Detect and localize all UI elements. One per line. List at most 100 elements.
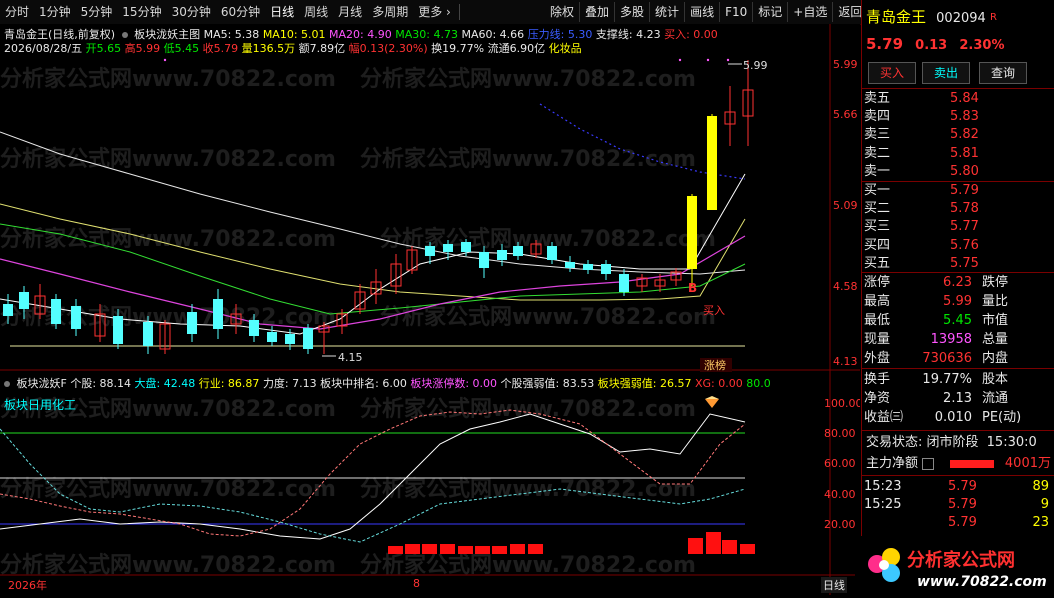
sub-industry-value: 行业: 86.87 bbox=[198, 377, 260, 390]
candle-body bbox=[687, 196, 697, 269]
watermark-text: 分析家公式网www.70822.com bbox=[360, 66, 696, 92]
xg-bar bbox=[740, 544, 755, 554]
period-tab-5[interactable]: 60分钟 bbox=[216, 1, 265, 23]
sub-rank-value: 板块中排名: 6.00 bbox=[320, 377, 407, 390]
axis-month: 8 bbox=[413, 577, 420, 590]
extra-row: 净资 2.13 流通 bbox=[862, 389, 1054, 408]
ask-price: 5.84 bbox=[950, 91, 979, 106]
sub-strength-value: 力度: 7.13 bbox=[262, 377, 317, 390]
stat-value: 730636 bbox=[922, 351, 972, 366]
candle-body bbox=[71, 306, 81, 329]
watermark-text: 分析家公式网www.70822.com bbox=[0, 476, 336, 502]
function-button-5[interactable]: F10 bbox=[720, 2, 754, 22]
ask-label: 卖一 bbox=[864, 163, 891, 179]
amplitude-value: 幅0.13(2.30%) bbox=[348, 42, 428, 55]
ask-row: 卖四 5.83 bbox=[862, 107, 1054, 126]
period-label[interactable]: 日线 bbox=[821, 577, 847, 593]
function-button-6[interactable]: 标记 bbox=[753, 2, 789, 22]
candle-body bbox=[513, 246, 523, 256]
buy-button[interactable]: 买入 bbox=[868, 62, 916, 84]
stock-code: 002094 bbox=[936, 11, 986, 26]
price-axis-label: 4.58 bbox=[833, 280, 858, 293]
sub-indicator-name[interactable]: 板块泷妖F bbox=[17, 377, 67, 390]
ask-label: 卖五 bbox=[864, 91, 891, 106]
watermark-text: 分析家公式网www.70822.com bbox=[0, 226, 336, 252]
period-tab-1[interactable]: 1分钟 bbox=[34, 1, 76, 23]
bid-label: 买三 bbox=[864, 219, 891, 235]
function-button-4[interactable]: 画线 bbox=[685, 2, 721, 22]
candle-body bbox=[3, 304, 13, 316]
trading-app: 分时 1分钟 5分钟 15分钟 30分钟 60分钟 日线 周线 月线 多周期 更多 › 除权 叠加 多股… bbox=[0, 0, 1054, 595]
ask-row: 卖二 5.81 bbox=[862, 144, 1054, 163]
candle-body bbox=[425, 246, 435, 256]
stat-value: 5.99 bbox=[943, 294, 972, 309]
function-button-1[interactable]: 叠加 bbox=[580, 2, 616, 22]
candle-body bbox=[285, 334, 295, 344]
period-tab-7[interactable]: 周线 bbox=[299, 1, 333, 23]
chart-canvas[interactable]: 分析家公式网www.70822.com 分析家公式网www.70822.com 分析… bbox=[0, 24, 863, 595]
function-button-3[interactable]: 统计 bbox=[650, 2, 686, 22]
period-tab-9[interactable]: 多周期 bbox=[367, 1, 413, 23]
extra-label-2: PE(动) bbox=[982, 410, 1022, 425]
extra-value: 0.010 bbox=[934, 410, 972, 425]
function-button-2[interactable]: 多股 bbox=[615, 2, 651, 22]
candle-body bbox=[461, 242, 471, 252]
period-tab-4[interactable]: 30分钟 bbox=[167, 1, 216, 23]
toolbar-separator bbox=[458, 4, 460, 20]
candle-body bbox=[303, 328, 313, 349]
xg-bar bbox=[510, 544, 525, 554]
function-button-7[interactable]: +自选 bbox=[788, 2, 834, 22]
function-buttons: 除权 叠加 多股 统计 画线 F10 标记 +自选 返回 bbox=[545, 0, 869, 24]
float-value: 流通6.90亿 bbox=[487, 42, 546, 55]
period-tab-0[interactable]: 分时 bbox=[0, 1, 34, 23]
watermark-text: 分析家公式网www.70822.com bbox=[0, 146, 336, 172]
sell-button[interactable]: 卖出 bbox=[922, 62, 970, 84]
sub-xg-value: XG: 0.00 bbox=[694, 377, 743, 390]
open-value: 开5.65 bbox=[85, 42, 122, 55]
bar-date: 2026/08/28/五 bbox=[4, 42, 83, 55]
bid-row: 买四 5.76 bbox=[862, 236, 1054, 255]
limit-tag: 涨榜 bbox=[704, 358, 726, 372]
sub-axis-label: 100.00 bbox=[824, 397, 860, 410]
period-tab-8[interactable]: 月线 bbox=[333, 1, 367, 23]
candle-body bbox=[497, 250, 507, 260]
period-tab-10[interactable]: 更多 › bbox=[413, 1, 456, 23]
ask-price: 5.82 bbox=[950, 127, 979, 143]
price-axis-label: 5.09 bbox=[833, 199, 858, 212]
period-tab-3[interactable]: 15分钟 bbox=[117, 1, 166, 23]
period-tab-6[interactable]: 日线 bbox=[265, 1, 299, 23]
flow-menu-icon[interactable] bbox=[922, 457, 935, 470]
function-button-0[interactable]: 除权 bbox=[545, 2, 581, 22]
b-marker: B bbox=[688, 281, 697, 295]
stock-name-row: 青岛金王 002094 R bbox=[862, 8, 1054, 27]
price-axis-label: 5.99 bbox=[833, 58, 858, 71]
main-flow-label: 主力净额 bbox=[866, 456, 919, 471]
period-tabs: 分时 1分钟 5分钟 15分钟 30分钟 60分钟 日线 周线 月线 多周期 更多 › bbox=[0, 1, 463, 23]
main-flow-row: 主力净额 4001万 bbox=[862, 454, 1054, 473]
ask-label: 卖三 bbox=[864, 127, 891, 143]
query-button[interactable]: 查询 bbox=[979, 62, 1027, 84]
volume-value: 量136.5万 bbox=[241, 42, 296, 55]
extra-value: 2.13 bbox=[943, 391, 972, 406]
indicator-dot-icon[interactable] bbox=[121, 32, 128, 38]
sub-axis-label: 60.00 bbox=[824, 457, 856, 470]
period-tab-2[interactable]: 5分钟 bbox=[76, 1, 118, 23]
stat-row: 最低 5.45 市值 bbox=[862, 311, 1054, 330]
signal-dot bbox=[678, 58, 682, 62]
bid-row: 买三 5.77 bbox=[862, 217, 1054, 236]
tick-price: 5.79 bbox=[948, 479, 977, 494]
price-pct: 2.30% bbox=[959, 38, 1005, 53]
sub-indicator-dot-icon[interactable] bbox=[4, 381, 10, 387]
kline-chart[interactable]: 分析家公式网www.70822.com 分析家公式网www.70822.com 分析… bbox=[0, 24, 863, 595]
sub-axis-label: 40.00 bbox=[824, 488, 856, 501]
tick-time: 15:23 bbox=[864, 479, 902, 494]
low-value: 低5.45 bbox=[163, 42, 200, 55]
candle-body bbox=[547, 246, 557, 260]
stat-row: 最高 5.99 量比 bbox=[862, 292, 1054, 311]
xg-bar bbox=[528, 544, 543, 554]
buy-signal-value: 买入: 0.00 bbox=[664, 28, 718, 41]
stat-value: 6.23 bbox=[943, 275, 972, 290]
tick-price: 5.79 bbox=[948, 497, 977, 512]
divider bbox=[862, 368, 1054, 369]
divider bbox=[862, 430, 1054, 431]
